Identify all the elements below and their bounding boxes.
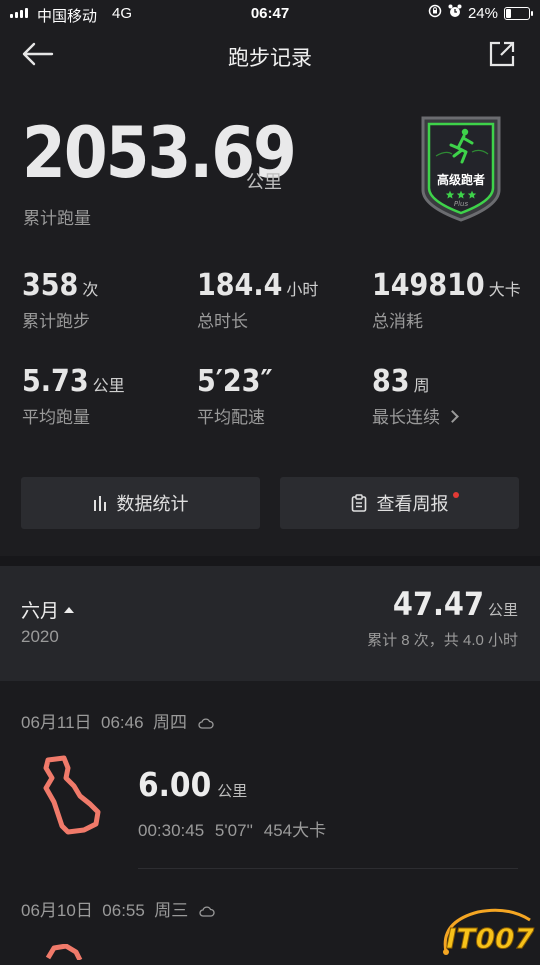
run-weekday: 周四 — [153, 713, 188, 732]
cloud-icon — [199, 902, 215, 922]
chevron-right-icon — [446, 410, 459, 423]
cloud-icon — [198, 714, 214, 734]
run-calories: 454大卡 — [263, 821, 327, 840]
streak-label-text: 最长连续 — [372, 408, 440, 427]
page-title: 跑步记录 — [228, 47, 312, 70]
stat-value: 5.73 — [22, 364, 89, 399]
svg-text:Plus: Plus — [454, 200, 469, 208]
status-right: 24% — [428, 4, 533, 22]
status-bar: 中国移动 4G 06:47 24% — [0, 0, 540, 28]
run-duration: 00:30:45 — [138, 821, 205, 840]
section-divider — [0, 556, 540, 566]
month-selector[interactable]: 六月 — [21, 596, 75, 623]
run-item[interactable] — [38, 752, 104, 838]
route-map-thumbnail — [45, 944, 83, 960]
run-details: 00:30:45 5'07'' 454大卡 — [138, 816, 326, 841]
run-date-header: 06月11日 06:46 周四 — [21, 708, 214, 734]
data-statistics-label: 数据统计 — [116, 494, 189, 514]
total-distance-label: 累计跑量 — [23, 209, 91, 228]
stat-unit: 小时 — [286, 282, 319, 299]
run-distance[interactable]: 6.00 公里 — [138, 765, 247, 804]
badge-shield-icon: 高级跑者 Plus — [421, 116, 501, 222]
share-icon — [489, 41, 515, 67]
month-distance-unit: 公里 — [487, 602, 518, 619]
weekly-report-label: 查看周报 — [376, 494, 449, 514]
stat-value: 5′23″ — [197, 364, 273, 399]
run-distance-unit: 公里 — [217, 783, 248, 800]
month-year: 2020 — [21, 627, 59, 646]
stat-label: 总消耗 — [372, 312, 423, 331]
run-date: 06月10日 — [21, 901, 93, 920]
data-statistics-button[interactable]: 数据统计 — [21, 477, 260, 529]
rotation-lock-icon — [428, 4, 442, 22]
run-time: 06:55 — [102, 901, 145, 920]
stat-total-calories: 149810 大卡 总消耗 — [372, 268, 540, 332]
stat-average-distance: 5.73 公里 平均跑量 — [22, 364, 192, 428]
run-pace: 5'07'' — [214, 821, 254, 840]
run-weekday: 周三 — [154, 901, 189, 920]
alarm-icon — [448, 4, 462, 22]
caret-up-icon — [64, 607, 75, 613]
it007-logo-icon: IT007 — [443, 908, 535, 956]
clipboard-icon — [351, 494, 367, 512]
stat-unit: 周 — [413, 378, 430, 395]
month-distance-value: 47.47 — [392, 585, 484, 623]
stat-value: 83 — [372, 364, 410, 399]
month-summary-band — [0, 566, 540, 681]
route-map-thumbnail — [43, 755, 101, 835]
stat-label: 平均配速 — [197, 408, 265, 427]
stat-total-runs: 358 次 累计跑步 — [22, 268, 192, 332]
share-button[interactable] — [488, 40, 516, 68]
stat-total-time: 184.4 小时 总时长 — [197, 268, 367, 332]
stat-label: 平均跑量 — [22, 408, 90, 427]
list-divider — [138, 868, 518, 869]
svg-text:高级跑者: 高级跑者 — [437, 172, 485, 187]
run-date-header: 06月10日 06:55 周三 — [21, 896, 215, 922]
watermark-logo: IT007 — [438, 902, 536, 960]
notification-dot — [453, 492, 459, 498]
stat-label: 最长连续 — [372, 403, 540, 428]
svg-text:IT007: IT007 — [446, 922, 534, 955]
stat-longest-streak[interactable]: 83 周 最长连续 — [372, 364, 540, 428]
stat-unit: 大卡 — [488, 282, 521, 299]
month-distance: 47.47 公里 — [393, 585, 518, 623]
stat-unit: 公里 — [92, 378, 125, 395]
stat-label: 总时长 — [197, 312, 248, 331]
route-map-thumbnail-partial[interactable] — [44, 944, 84, 960]
weekly-report-button[interactable]: 查看周报 — [280, 477, 519, 529]
month-summary-text: 累计 8 次，共 4.0 小时 — [367, 632, 518, 649]
stat-label: 累计跑步 — [22, 312, 90, 331]
run-date: 06月11日 — [21, 713, 92, 732]
battery-icon — [504, 6, 533, 20]
month-name: 六月 — [21, 601, 60, 622]
run-time: 06:46 — [101, 713, 144, 732]
stat-average-pace: 5′23″ 平均配速 — [197, 364, 367, 428]
stat-unit: 次 — [82, 282, 99, 299]
stat-value: 184.4 — [197, 268, 283, 303]
run-distance-value: 6.00 — [138, 765, 212, 804]
bar-chart-icon — [93, 495, 107, 511]
runner-level-badge[interactable]: 高级跑者 Plus — [418, 112, 504, 224]
stat-value: 358 — [22, 268, 79, 303]
total-distance-unit: 公里 — [246, 172, 282, 192]
stat-value: 149810 — [372, 268, 485, 303]
battery-percent: 24% — [467, 4, 498, 22]
